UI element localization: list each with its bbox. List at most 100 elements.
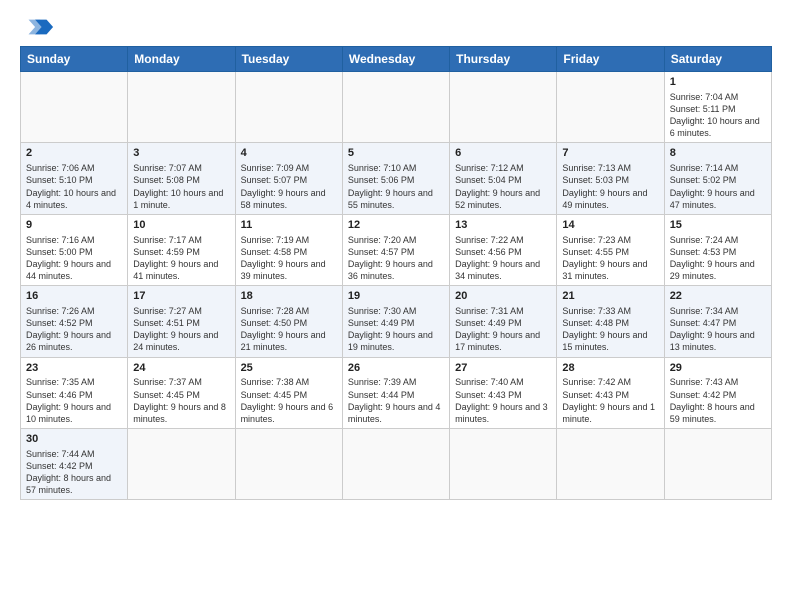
calendar-cell bbox=[128, 72, 235, 143]
day-number: 8 bbox=[670, 146, 766, 161]
day-info: Sunrise: 7:26 AM Sunset: 4:52 PM Dayligh… bbox=[26, 305, 122, 354]
day-info: Sunrise: 7:27 AM Sunset: 4:51 PM Dayligh… bbox=[133, 305, 229, 354]
calendar-cell: 4Sunrise: 7:09 AM Sunset: 5:07 PM Daylig… bbox=[235, 143, 342, 214]
day-number: 22 bbox=[670, 289, 766, 304]
calendar-cell: 25Sunrise: 7:38 AM Sunset: 4:45 PM Dayli… bbox=[235, 357, 342, 428]
calendar-cell bbox=[342, 72, 449, 143]
calendar-cell: 27Sunrise: 7:40 AM Sunset: 4:43 PM Dayli… bbox=[450, 357, 557, 428]
day-number: 11 bbox=[241, 218, 337, 233]
weekday-header-row: SundayMondayTuesdayWednesdayThursdayFrid… bbox=[21, 47, 772, 72]
day-info: Sunrise: 7:04 AM Sunset: 5:11 PM Dayligh… bbox=[670, 91, 766, 140]
calendar-cell: 21Sunrise: 7:33 AM Sunset: 4:48 PM Dayli… bbox=[557, 286, 664, 357]
day-number: 23 bbox=[26, 361, 122, 376]
calendar-cell: 16Sunrise: 7:26 AM Sunset: 4:52 PM Dayli… bbox=[21, 286, 128, 357]
day-info: Sunrise: 7:09 AM Sunset: 5:07 PM Dayligh… bbox=[241, 162, 337, 211]
calendar-week-row: 23Sunrise: 7:35 AM Sunset: 4:46 PM Dayli… bbox=[21, 357, 772, 428]
day-info: Sunrise: 7:17 AM Sunset: 4:59 PM Dayligh… bbox=[133, 234, 229, 283]
calendar-cell: 10Sunrise: 7:17 AM Sunset: 4:59 PM Dayli… bbox=[128, 214, 235, 285]
calendar-cell: 6Sunrise: 7:12 AM Sunset: 5:04 PM Daylig… bbox=[450, 143, 557, 214]
day-info: Sunrise: 7:35 AM Sunset: 4:46 PM Dayligh… bbox=[26, 376, 122, 425]
logo bbox=[20, 16, 74, 36]
day-number: 25 bbox=[241, 361, 337, 376]
calendar-cell: 18Sunrise: 7:28 AM Sunset: 4:50 PM Dayli… bbox=[235, 286, 342, 357]
calendar-week-row: 30Sunrise: 7:44 AM Sunset: 4:42 PM Dayli… bbox=[21, 429, 772, 500]
calendar-cell: 30Sunrise: 7:44 AM Sunset: 4:42 PM Dayli… bbox=[21, 429, 128, 500]
day-info: Sunrise: 7:30 AM Sunset: 4:49 PM Dayligh… bbox=[348, 305, 444, 354]
day-info: Sunrise: 7:38 AM Sunset: 4:45 PM Dayligh… bbox=[241, 376, 337, 425]
day-info: Sunrise: 7:23 AM Sunset: 4:55 PM Dayligh… bbox=[562, 234, 658, 283]
day-info: Sunrise: 7:19 AM Sunset: 4:58 PM Dayligh… bbox=[241, 234, 337, 283]
calendar-cell: 8Sunrise: 7:14 AM Sunset: 5:02 PM Daylig… bbox=[664, 143, 771, 214]
logo-icon bbox=[24, 18, 74, 36]
day-number: 6 bbox=[455, 146, 551, 161]
day-number: 14 bbox=[562, 218, 658, 233]
calendar-cell: 28Sunrise: 7:42 AM Sunset: 4:43 PM Dayli… bbox=[557, 357, 664, 428]
weekday-header-wednesday: Wednesday bbox=[342, 47, 449, 72]
calendar-cell: 17Sunrise: 7:27 AM Sunset: 4:51 PM Dayli… bbox=[128, 286, 235, 357]
day-info: Sunrise: 7:43 AM Sunset: 4:42 PM Dayligh… bbox=[670, 376, 766, 425]
day-info: Sunrise: 7:10 AM Sunset: 5:06 PM Dayligh… bbox=[348, 162, 444, 211]
day-info: Sunrise: 7:39 AM Sunset: 4:44 PM Dayligh… bbox=[348, 376, 444, 425]
day-number: 18 bbox=[241, 289, 337, 304]
day-number: 15 bbox=[670, 218, 766, 233]
day-number: 5 bbox=[348, 146, 444, 161]
calendar-table: SundayMondayTuesdayWednesdayThursdayFrid… bbox=[20, 46, 772, 500]
day-number: 7 bbox=[562, 146, 658, 161]
calendar-cell: 1Sunrise: 7:04 AM Sunset: 5:11 PM Daylig… bbox=[664, 72, 771, 143]
calendar-week-row: 9Sunrise: 7:16 AM Sunset: 5:00 PM Daylig… bbox=[21, 214, 772, 285]
day-info: Sunrise: 7:06 AM Sunset: 5:10 PM Dayligh… bbox=[26, 162, 122, 211]
calendar-cell: 26Sunrise: 7:39 AM Sunset: 4:44 PM Dayli… bbox=[342, 357, 449, 428]
day-number: 24 bbox=[133, 361, 229, 376]
calendar-cell: 3Sunrise: 7:07 AM Sunset: 5:08 PM Daylig… bbox=[128, 143, 235, 214]
day-info: Sunrise: 7:16 AM Sunset: 5:00 PM Dayligh… bbox=[26, 234, 122, 283]
calendar-cell: 24Sunrise: 7:37 AM Sunset: 4:45 PM Dayli… bbox=[128, 357, 235, 428]
weekday-header-thursday: Thursday bbox=[450, 47, 557, 72]
day-number: 1 bbox=[670, 75, 766, 90]
day-info: Sunrise: 7:34 AM Sunset: 4:47 PM Dayligh… bbox=[670, 305, 766, 354]
day-number: 19 bbox=[348, 289, 444, 304]
calendar-cell bbox=[450, 429, 557, 500]
day-info: Sunrise: 7:40 AM Sunset: 4:43 PM Dayligh… bbox=[455, 376, 551, 425]
day-info: Sunrise: 7:28 AM Sunset: 4:50 PM Dayligh… bbox=[241, 305, 337, 354]
calendar-cell bbox=[557, 429, 664, 500]
day-number: 2 bbox=[26, 146, 122, 161]
calendar-cell bbox=[664, 429, 771, 500]
day-number: 4 bbox=[241, 146, 337, 161]
calendar-cell: 2Sunrise: 7:06 AM Sunset: 5:10 PM Daylig… bbox=[21, 143, 128, 214]
day-info: Sunrise: 7:37 AM Sunset: 4:45 PM Dayligh… bbox=[133, 376, 229, 425]
calendar-cell: 20Sunrise: 7:31 AM Sunset: 4:49 PM Dayli… bbox=[450, 286, 557, 357]
day-info: Sunrise: 7:12 AM Sunset: 5:04 PM Dayligh… bbox=[455, 162, 551, 211]
calendar-cell bbox=[235, 72, 342, 143]
calendar-cell: 19Sunrise: 7:30 AM Sunset: 4:49 PM Dayli… bbox=[342, 286, 449, 357]
weekday-header-saturday: Saturday bbox=[664, 47, 771, 72]
day-number: 10 bbox=[133, 218, 229, 233]
day-info: Sunrise: 7:13 AM Sunset: 5:03 PM Dayligh… bbox=[562, 162, 658, 211]
day-info: Sunrise: 7:22 AM Sunset: 4:56 PM Dayligh… bbox=[455, 234, 551, 283]
day-info: Sunrise: 7:14 AM Sunset: 5:02 PM Dayligh… bbox=[670, 162, 766, 211]
day-number: 16 bbox=[26, 289, 122, 304]
calendar-cell bbox=[235, 429, 342, 500]
calendar-week-row: 16Sunrise: 7:26 AM Sunset: 4:52 PM Dayli… bbox=[21, 286, 772, 357]
day-info: Sunrise: 7:33 AM Sunset: 4:48 PM Dayligh… bbox=[562, 305, 658, 354]
calendar-cell bbox=[128, 429, 235, 500]
weekday-header-tuesday: Tuesday bbox=[235, 47, 342, 72]
day-number: 28 bbox=[562, 361, 658, 376]
day-number: 20 bbox=[455, 289, 551, 304]
day-info: Sunrise: 7:44 AM Sunset: 4:42 PM Dayligh… bbox=[26, 448, 122, 497]
calendar-cell: 9Sunrise: 7:16 AM Sunset: 5:00 PM Daylig… bbox=[21, 214, 128, 285]
calendar-cell: 14Sunrise: 7:23 AM Sunset: 4:55 PM Dayli… bbox=[557, 214, 664, 285]
calendar-cell bbox=[450, 72, 557, 143]
page: SundayMondayTuesdayWednesdayThursdayFrid… bbox=[0, 0, 792, 612]
day-number: 30 bbox=[26, 432, 122, 447]
day-number: 17 bbox=[133, 289, 229, 304]
weekday-header-friday: Friday bbox=[557, 47, 664, 72]
calendar-cell: 29Sunrise: 7:43 AM Sunset: 4:42 PM Dayli… bbox=[664, 357, 771, 428]
calendar-cell bbox=[21, 72, 128, 143]
calendar-cell: 22Sunrise: 7:34 AM Sunset: 4:47 PM Dayli… bbox=[664, 286, 771, 357]
day-number: 12 bbox=[348, 218, 444, 233]
day-number: 3 bbox=[133, 146, 229, 161]
calendar-cell: 7Sunrise: 7:13 AM Sunset: 5:03 PM Daylig… bbox=[557, 143, 664, 214]
day-number: 29 bbox=[670, 361, 766, 376]
calendar-cell bbox=[557, 72, 664, 143]
header bbox=[20, 16, 772, 36]
